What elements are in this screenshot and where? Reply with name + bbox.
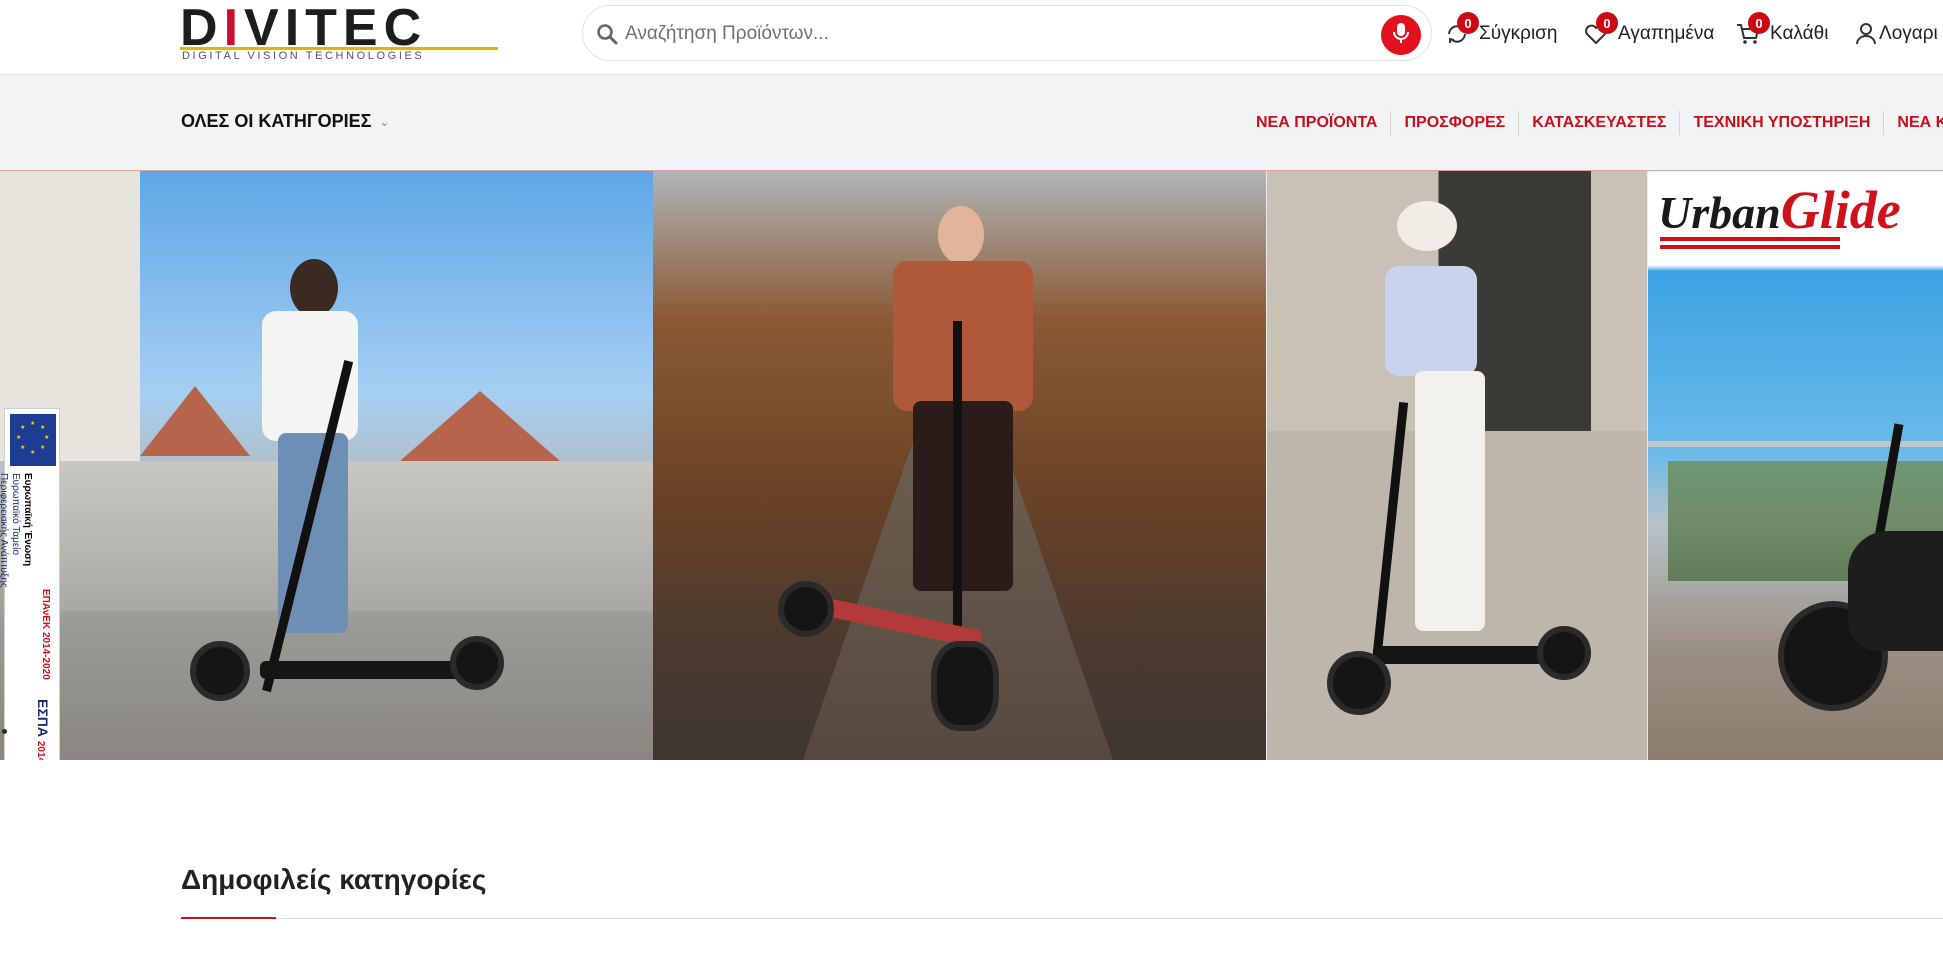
search-icon[interactable] xyxy=(595,22,619,46)
urbanglide-logo: UrbanGlide xyxy=(1658,180,1901,240)
compare-label: Σύγκριση xyxy=(1479,23,1558,44)
nav-links: ΝΕΑ ΠΡΟΪΟΝΤΑ ΠΡΟΣΦΟΡΕΣ ΚΑΤΑΣΚΕΥΑΣΤΕΣ ΤΕΧ… xyxy=(1248,111,1943,135)
compare-arrows-icon: 0 xyxy=(1443,12,1479,48)
espa-program-text: ΕΠΑνΕΚ 2014-2020 xyxy=(40,589,51,680)
cart-icon: 0 xyxy=(1734,12,1770,48)
nav-link-manufacturers[interactable]: ΚΑΤΑΣΚΕΥΑΣΤΕΣ xyxy=(1519,111,1681,135)
search-bar xyxy=(582,5,1432,61)
account-label: Λογαρι xyxy=(1879,23,1938,44)
compare-count-badge: 0 xyxy=(1457,12,1479,34)
espa-logo: ΕΣΠΑ 2014-2020 xyxy=(35,699,51,760)
banner-photo-3 xyxy=(1267,171,1648,760)
all-categories-label: ΟΛΕΣ ΟΙ ΚΑΤΗΓΟΡΙΕΣ xyxy=(181,111,372,131)
microphone-icon xyxy=(1392,22,1410,49)
banner-photo-2 xyxy=(653,171,1267,760)
section-divider xyxy=(181,918,1943,919)
cart-label: Καλάθι xyxy=(1770,23,1829,44)
wishlist-link[interactable]: 0 Αγαπημένα xyxy=(1582,12,1715,54)
all-categories-menu[interactable]: ΟΛΕΣ ΟΙ ΚΑΤΗΓΟΡΙΕΣ ⌄ xyxy=(181,111,390,132)
banner-photo-1 xyxy=(0,171,653,760)
site-logo[interactable]: DIVITEC DIGITAL VISION TECHNOLOGIES xyxy=(180,0,500,62)
eu-flag-icon: ★ ★ ★ ★ ★ ★ ★ ★ xyxy=(10,414,56,466)
user-icon xyxy=(1855,20,1877,48)
heart-icon: 0 xyxy=(1582,12,1618,48)
chevron-down-icon: ⌄ xyxy=(379,114,390,129)
logo-wordmark: DIVITEC xyxy=(180,0,428,57)
cart-link[interactable]: 0 Καλάθι xyxy=(1734,12,1829,54)
search-input[interactable] xyxy=(623,16,1347,52)
section-title-accent xyxy=(181,917,276,919)
wishlist-label: Αγαπημένα xyxy=(1618,23,1715,44)
cart-count-badge: 0 xyxy=(1748,12,1770,34)
main-navbar: ΟΛΕΣ ΟΙ ΚΑΤΗΓΟΡΙΕΣ ⌄ ΝΕΑ ΠΡΟΪΟΝΤΑ ΠΡΟΣΦΟ… xyxy=(0,75,1943,171)
nav-link-new-products[interactable]: ΝΕΑ ΠΡΟΪΟΝΤΑ xyxy=(1248,111,1392,135)
wishlist-count-badge: 0 xyxy=(1596,12,1618,34)
site-header: DIVITEC DIGITAL VISION TECHNOLOGIES 0 Σύ… xyxy=(0,0,1943,75)
nav-link-tech-support[interactable]: ΤΕΧΝΙΚΗ ΥΠΟΣΤΗΡΙΞΗ xyxy=(1680,111,1885,135)
account-link[interactable]: Λογαρι xyxy=(1855,14,1938,54)
espa-text: Ευρωπαϊκή Ένωση Ευρωπαϊκό Ταμείο Περιφερ… xyxy=(0,473,33,588)
slider-dot[interactable] xyxy=(2,729,7,734)
compare-link[interactable]: 0 Σύγκριση xyxy=(1443,12,1558,54)
voice-search-button[interactable] xyxy=(1381,15,1421,55)
banner-wall xyxy=(60,461,653,611)
section-title-popular-categories: Δημοφιλείς κατηγορίες xyxy=(181,864,487,895)
espa-funding-badge[interactable]: ★ ★ ★ ★ ★ ★ ★ ★ Ευρωπαϊκή Ένωση Ευρωπαϊκ… xyxy=(0,408,60,760)
logo-tagline: DIGITAL VISION TECHNOLOGIES xyxy=(182,50,425,62)
nav-link-news[interactable]: ΝΕΑ ΚΑΙ Α xyxy=(1884,111,1943,135)
hero-banner[interactable]: UrbanGlide ★ ★ ★ ★ ★ ★ ★ ★ Ευρωπαϊκή Ένω… xyxy=(0,171,1943,760)
banner-photo-4: UrbanGlide xyxy=(1648,171,1943,760)
nav-link-offers[interactable]: ΠΡΟΣΦΟΡΕΣ xyxy=(1391,111,1520,135)
